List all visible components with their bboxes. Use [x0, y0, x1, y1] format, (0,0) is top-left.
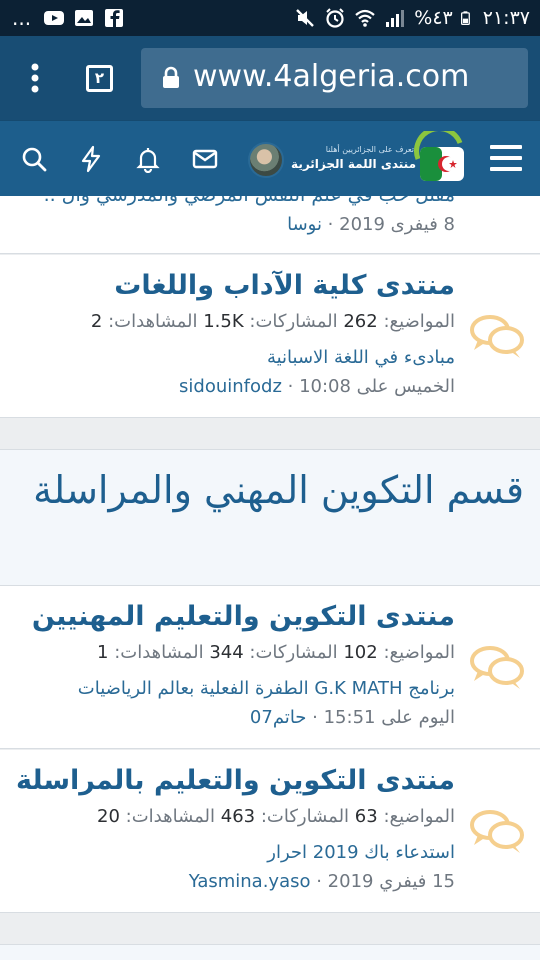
node-last-post[interactable]: برنامج G.K MATH الطفرة الفعلية بعالم الر…: [78, 678, 455, 699]
node-title[interactable]: منتدى كلية الآداب واللغات: [114, 270, 455, 301]
topics-count: 102: [343, 642, 378, 663]
bell-icon[interactable]: [134, 145, 162, 173]
browser-toolbar: ٢ www.4algeria.com: [0, 36, 540, 120]
node-row[interactable]: منتدى التكوين والتعليم بالمراسلة المواضي…: [0, 750, 540, 913]
node-last-post[interactable]: مبادىء في اللغة الاسبانية: [267, 347, 455, 368]
menu-dots-icon[interactable]: [22, 60, 48, 96]
url-bar[interactable]: www.4algeria.com: [141, 48, 528, 108]
bolt-icon[interactable]: [77, 145, 105, 173]
lock-icon: [163, 66, 179, 88]
posts-count: 1.5K: [203, 311, 244, 332]
status-bar-right-cluster: ...: [12, 6, 125, 30]
category-title[interactable]: قسم التكوين المهني والمراسلة: [24, 464, 524, 516]
hamburger-icon[interactable]: [490, 143, 522, 173]
views-label: المشاهدات:: [125, 806, 216, 827]
node-meta-user[interactable]: نوسا: [287, 214, 322, 235]
node-meta-user[interactable]: sidouinfodz: [179, 376, 282, 397]
forum-list: مقتل حب في علم النفس المرضي والمدرسي وال…: [0, 196, 540, 960]
node-row[interactable]: منتدى التكوين والتعليم المهنيين المواضيع…: [0, 586, 540, 749]
node-meta: الخميس على 10:08 · sidouinfodz: [179, 376, 455, 397]
topics-label: المواضيع:: [383, 642, 455, 663]
chat-bubbles-icon: [470, 810, 524, 853]
wifi-icon: [355, 9, 376, 27]
node-meta-user[interactable]: حاتم07: [250, 707, 307, 728]
avatar[interactable]: [248, 142, 284, 178]
views-count: 20: [97, 806, 120, 827]
node-row[interactable]: مقتل حب في علم النفس المرضي والمدرسي وال…: [0, 196, 540, 254]
logo-name: منتدى اللمة الجزائرية: [291, 157, 416, 171]
node-last-post[interactable]: مقتل حب في علم النفس المرضي والمدرسي وال…: [44, 196, 455, 206]
posts-count: 344: [209, 642, 244, 663]
mute-icon: [296, 9, 315, 27]
logo-tagline: تعرف على الجزائريين أهلنا: [325, 145, 414, 154]
views-count: 2: [90, 311, 103, 332]
gallery-icon: [75, 10, 94, 26]
topics-count: 63: [354, 806, 378, 827]
category-header[interactable]: [0, 944, 540, 960]
site-header: تعرف على الجزائريين أهلنا منتدى اللمة ال…: [0, 120, 540, 196]
search-icon[interactable]: [20, 145, 48, 173]
chat-bubbles-icon: [470, 646, 524, 689]
node-meta-date: اليوم على 15:51: [323, 707, 455, 728]
views-label: المشاهدات:: [114, 642, 204, 663]
chat-bubbles-icon: [470, 315, 524, 358]
node-title[interactable]: منتدى التكوين والتعليم المهنيين: [32, 601, 455, 632]
dots-indicator: ...: [12, 6, 32, 30]
posts-label: المشاركات:: [260, 806, 350, 827]
category-header[interactable]: قسم التكوين المهني والمراسلة: [0, 449, 540, 586]
node-meta-date: الخميس على 10:08: [299, 376, 455, 397]
node-meta-date: 15 فيفري 2019: [327, 871, 455, 892]
facebook-icon: [105, 9, 124, 27]
envelope-icon[interactable]: [191, 145, 219, 173]
status-bar: ... %٤٣ ٢١:٣٧: [0, 0, 540, 36]
node-stats: المواضيع: 63 المشاركات: 463 المشاهدات: 2…: [97, 806, 455, 827]
battery-percent: %٤٣: [414, 7, 453, 29]
tabs-button[interactable]: ٢: [86, 65, 113, 92]
node-meta-user[interactable]: Yasmina.yaso: [189, 871, 311, 892]
node-meta: 8 فيفرى 2019 · نوسا: [287, 214, 455, 235]
topics-label: المواضيع:: [383, 311, 455, 332]
url-text[interactable]: www.4algeria.com: [193, 59, 469, 94]
site-logo[interactable]: تعرف على الجزائريين أهلنا منتدى اللمة ال…: [291, 131, 472, 189]
posts-label: المشاركات:: [249, 311, 338, 332]
node-meta: اليوم على 15:51 · حاتم07: [249, 707, 455, 728]
battery-icon: [460, 11, 470, 25]
node-last-post[interactable]: استدعاء باك 2019 احرار: [267, 842, 455, 863]
node-meta: 15 فيفري 2019 · Yasmina.yaso: [188, 871, 455, 892]
node-meta-date: 8 فيفرى 2019: [339, 214, 455, 235]
node-stats: المواضيع: 262 المشاركات: 1.5K المشاهدات:…: [91, 311, 455, 332]
signal-icon: [386, 10, 405, 27]
youtube-icon: [44, 11, 65, 25]
node-title[interactable]: منتدى التكوين والتعليم بالمراسلة: [16, 765, 455, 796]
status-bar-system-cluster: %٤٣ ٢١:٣٧: [294, 7, 530, 29]
clock: ٢١:٣٧: [482, 7, 530, 29]
topics-label: المواضيع:: [383, 806, 455, 827]
views-count: 1: [97, 642, 109, 663]
views-label: المشاهدات:: [108, 311, 198, 332]
topics-count: 262: [343, 311, 378, 332]
node-stats: المواضيع: 102 المشاركات: 344 المشاهدات: …: [97, 642, 455, 663]
alarm-icon: [326, 8, 344, 28]
posts-label: المشاركات:: [249, 642, 338, 663]
node-row[interactable]: منتدى كلية الآداب واللغات المواضيع: 262 …: [0, 255, 540, 418]
posts-count: 463: [220, 806, 256, 827]
